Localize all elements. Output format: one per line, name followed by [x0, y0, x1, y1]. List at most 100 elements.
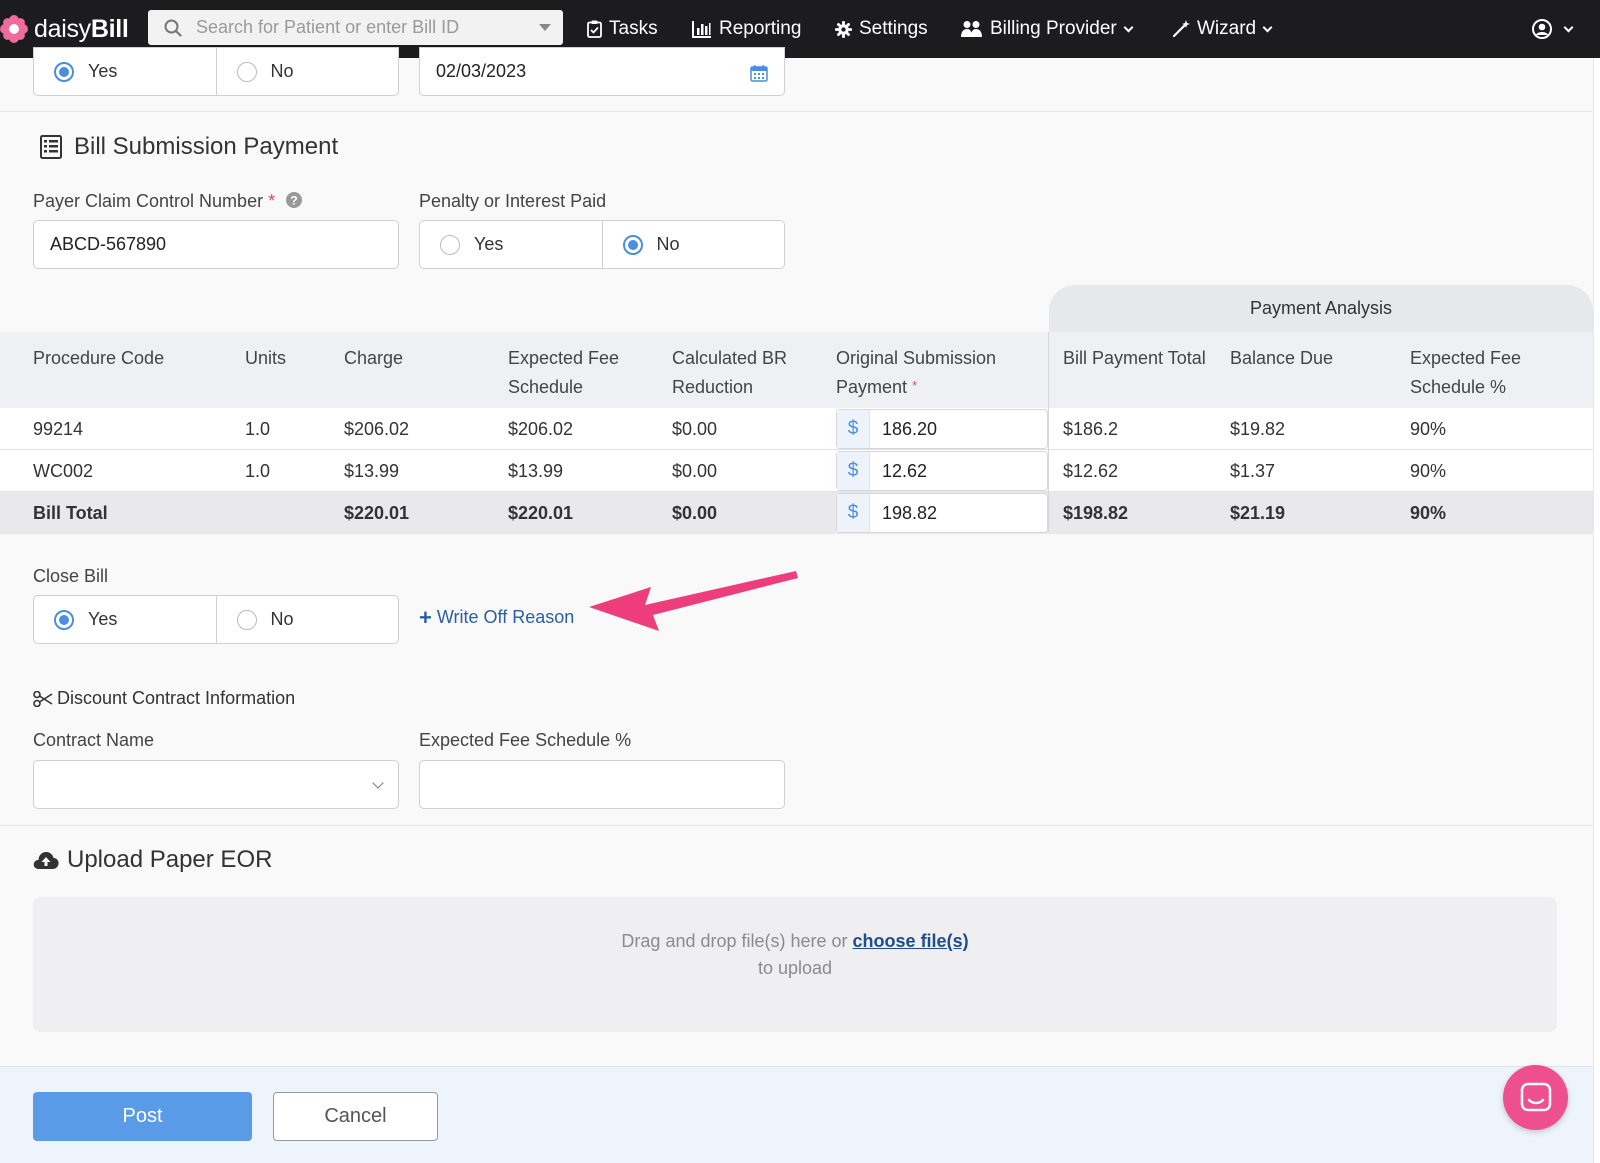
pccn-label: Payer Claim Control Number * ? [33, 191, 303, 212]
cell-total-br: $0.00 [672, 502, 718, 523]
svg-text:?: ? [290, 194, 297, 208]
choose-files-link[interactable]: choose file(s) [853, 931, 969, 951]
nav-tasks-label: Tasks [609, 18, 658, 39]
th-balance-due: Balance Due [1230, 348, 1334, 368]
radio-selected-icon [54, 609, 74, 630]
required-asterisk: * [268, 191, 276, 211]
payment-analysis-divider [1048, 332, 1049, 532]
magic-wand-icon [1172, 20, 1190, 38]
th-expected-fee-schedule: Expected Fee Schedule [508, 348, 620, 397]
top-radio-no[interactable]: No [215, 48, 399, 95]
scrollbar[interactable] [1593, 58, 1600, 1163]
table-row: WC002 1.0 $13.99 $13.99 $0.00 $12.62 $12… [0, 450, 1593, 492]
close-bill-yes-label: Yes [88, 609, 118, 629]
dollar-sign-addon: $ [837, 494, 870, 532]
cell-efs-pct: 90% [1410, 460, 1447, 481]
penalty-radio-no[interactable]: No [601, 221, 785, 268]
penalty-label: Penalty or Interest Paid [419, 191, 607, 211]
section-title-text: Bill Submission Payment [74, 133, 339, 160]
payment-input[interactable]: $186.20 [836, 409, 1048, 449]
cell-charge: $13.99 [344, 460, 400, 481]
cell-expected-fee: $13.99 [508, 460, 564, 481]
section-divider [0, 111, 1600, 112]
top-radio-yes-label: Yes [88, 61, 118, 81]
dollar-sign-addon: $ [837, 452, 870, 490]
discount-contract-heading: Discount Contract Information [33, 688, 295, 709]
contract-name-select[interactable] [33, 760, 399, 809]
payment-input[interactable]: $12.62 [836, 451, 1048, 491]
bar-chart-icon [692, 21, 711, 38]
total-payment-input[interactable]: $198.82 [836, 493, 1048, 533]
nav-wizard[interactable]: Wizard [1172, 0, 1273, 58]
chevron-down-icon [1262, 22, 1273, 32]
pccn-input[interactable]: ABCD-567890 [33, 220, 399, 269]
close-bill-radio-group: Yes No [33, 595, 399, 644]
payment-value: 186.20 [882, 418, 938, 439]
nav-billing-provider[interactable]: Billing Provider [961, 0, 1134, 58]
table-total-row: Bill Total $220.01 $220.01 $0.00 $198.82… [0, 492, 1593, 534]
top-radio-yes[interactable]: Yes [34, 48, 216, 95]
cell-units: 1.0 [245, 418, 271, 439]
th-expected-fee-schedule-pct: Expected Fee Schedule % [1410, 348, 1522, 397]
cell-charge: $206.02 [344, 418, 410, 439]
cell-efs-pct: 90% [1410, 418, 1447, 439]
cancel-button[interactable]: Cancel [273, 1092, 438, 1141]
th-calculated-br-reduction: Calculated BR Reduction [672, 348, 788, 397]
pccn-value: ABCD-567890 [50, 234, 167, 254]
file-dropzone[interactable]: Drag and drop file(s) here or choose fil… [33, 897, 1557, 1032]
help-question-icon[interactable]: ? [286, 192, 303, 208]
search-dropdown-icon[interactable] [539, 24, 551, 31]
nav-settings[interactable]: Settings [835, 0, 928, 58]
chat-launcher-button[interactable] [1503, 1065, 1568, 1130]
th-units: Units [245, 348, 287, 368]
cell-balance-due: $19.82 [1230, 418, 1286, 439]
efs-pct-label: Expected Fee Schedule % [419, 730, 632, 750]
user-menu[interactable] [1532, 0, 1574, 58]
radio-selected-icon [622, 234, 643, 255]
penalty-yes-label: Yes [474, 234, 504, 254]
patient-search[interactable] [148, 10, 563, 45]
nav-billing-provider-label: Billing Provider [990, 18, 1117, 39]
radio-selected-icon [54, 61, 74, 82]
payment-analysis-header: Payment Analysis [1049, 285, 1593, 332]
nav-settings-label: Settings [859, 18, 928, 39]
contract-name-label: Contract Name [33, 730, 155, 750]
post-button[interactable]: Post [33, 1092, 252, 1141]
chevron-down-icon [1123, 22, 1134, 32]
cell-total-expected: $220.01 [508, 502, 574, 523]
write-off-reason-label: Write Off Reason [436, 607, 575, 627]
cell-total-pct: 90% [1410, 502, 1447, 523]
daisy-flower-icon [0, 15, 28, 43]
top-yes-no-radio-group: Yes No [33, 47, 399, 96]
close-bill-label: Close Bill [33, 566, 109, 586]
th-bill-payment-total: Bill Payment Total [1063, 348, 1206, 368]
penalty-no-label: No [656, 234, 680, 254]
write-off-reason-link[interactable]: + Write Off Reason [419, 604, 575, 630]
close-bill-radio-no[interactable]: No [215, 596, 399, 643]
cell-units: 1.0 [245, 460, 271, 481]
penalty-radio-yes[interactable]: Yes [420, 221, 602, 268]
chevron-down-icon [1563, 22, 1574, 32]
cell-procedure-code: 99214 [33, 418, 84, 439]
plus-icon: + [419, 604, 432, 630]
cell-total-label: Bill Total [33, 502, 108, 523]
efs-pct-input[interactable] [419, 760, 785, 809]
cell-total-balance: $21.19 [1230, 502, 1286, 523]
logo-text: daisyBill [34, 14, 129, 43]
action-footer: Post Cancel [0, 1066, 1593, 1163]
th-original-submission-payment: Original Submission Payment * [836, 348, 997, 397]
date-field[interactable]: 02/03/2023 [419, 47, 785, 96]
cell-expected-fee: $206.02 [508, 418, 574, 439]
search-input[interactable] [196, 17, 516, 38]
upload-title-text: Upload Paper EOR [67, 846, 273, 873]
annotation-arrow-icon [589, 571, 798, 631]
table-row: 99214 1.0 $206.02 $206.02 $0.00 $186.20 … [0, 408, 1593, 450]
calendar-icon[interactable] [750, 64, 768, 82]
penalty-radio-group: Yes No [419, 220, 785, 269]
gear-icon [835, 20, 852, 38]
clipboard-check-icon [587, 20, 602, 38]
close-bill-radio-yes[interactable]: Yes [34, 596, 216, 643]
user-avatar-icon [1532, 19, 1552, 39]
cell-total-charge: $220.01 [344, 502, 410, 523]
cell-br-reduction: $0.00 [672, 418, 718, 439]
